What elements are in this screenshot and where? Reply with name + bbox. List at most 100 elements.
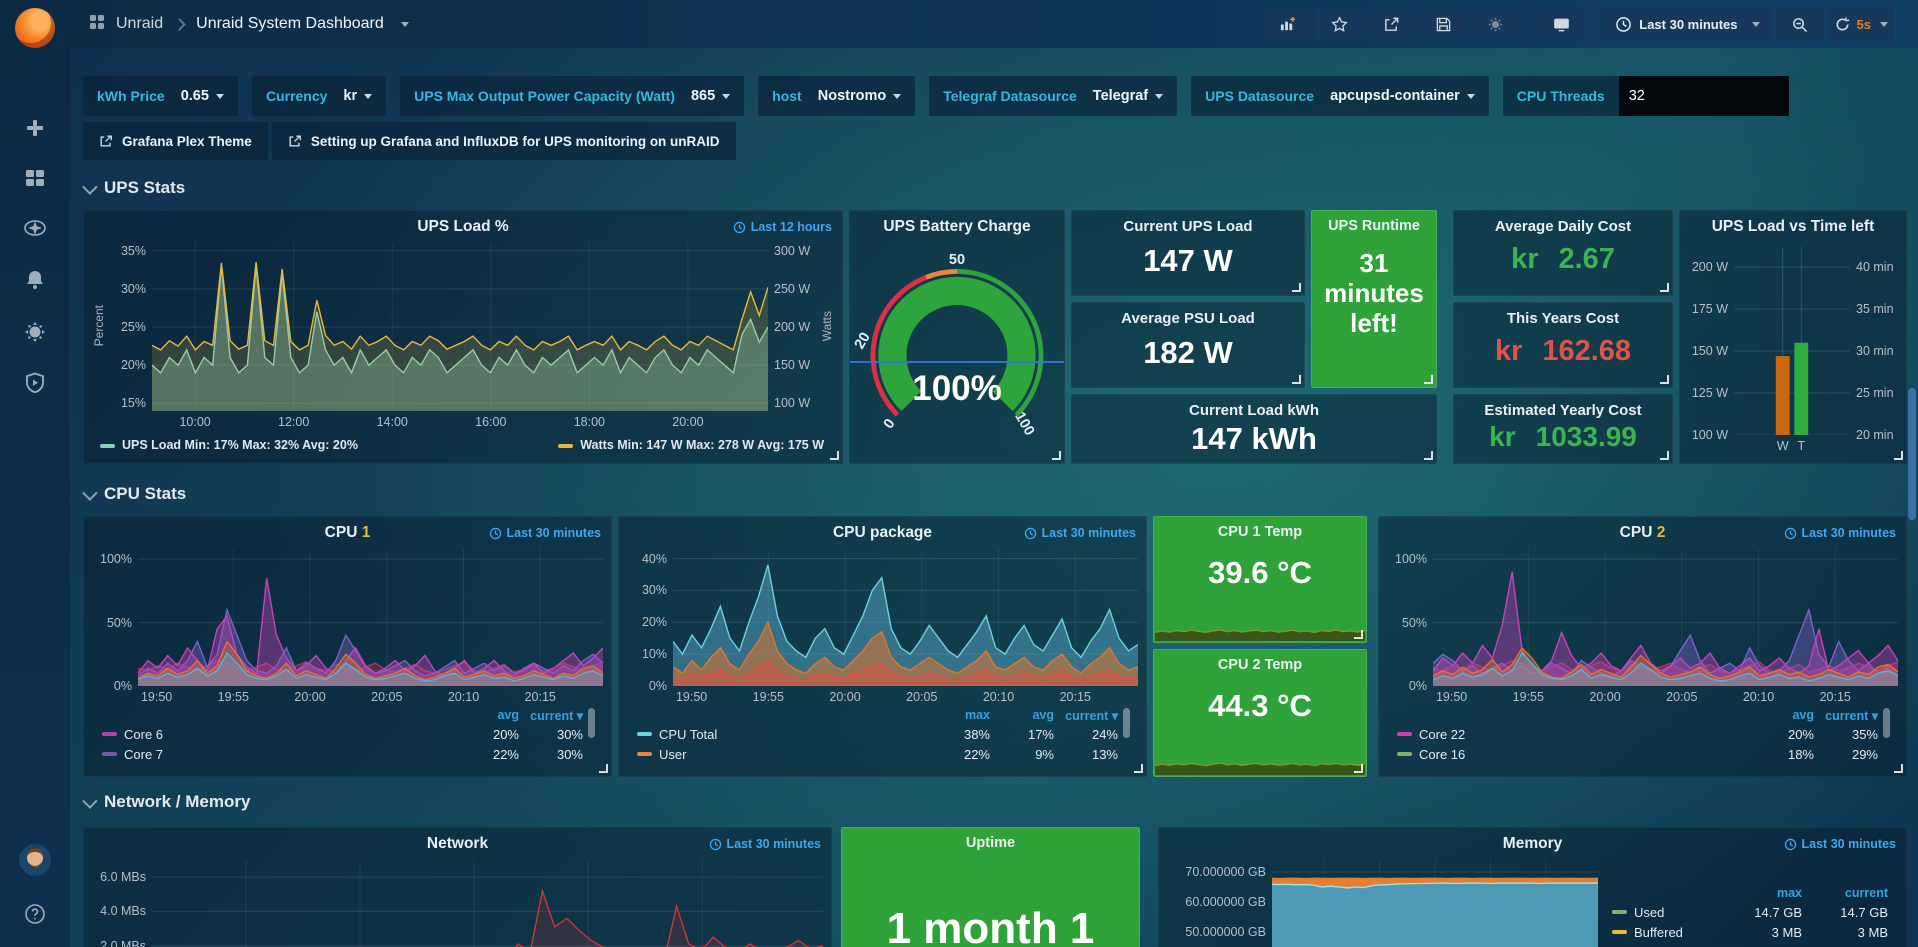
sidebar bbox=[0, 0, 70, 947]
battery-gauge[interactable]: 02050100 bbox=[850, 237, 1064, 447]
panel-title[interactable]: UPS Battery Charge bbox=[850, 218, 1064, 236]
user-avatar[interactable] bbox=[19, 844, 51, 876]
legend-column-current[interactable]: current ▾ bbox=[1058, 708, 1122, 723]
star-button[interactable] bbox=[1315, 7, 1363, 41]
add-icon[interactable] bbox=[0, 111, 70, 145]
y-tick-label: 300 W bbox=[774, 244, 810, 258]
ups-bars-chart[interactable]: 200 W175 W150 W125 W100 W40 min35 min30 … bbox=[1686, 245, 1900, 457]
panel-title[interactable]: CPU 1 Temp bbox=[1154, 524, 1366, 540]
variable-kwh-price[interactable]: kWh Price0.65 bbox=[83, 76, 238, 116]
network-plot-area[interactable] bbox=[152, 860, 823, 947]
add-panel-button[interactable] bbox=[1263, 7, 1311, 41]
configuration-gear-icon[interactable] bbox=[0, 315, 70, 349]
legend-column-current[interactable]: current bbox=[1806, 886, 1892, 900]
panel-title[interactable]: Current UPS Load bbox=[1072, 218, 1304, 235]
variable-currency[interactable]: Currencykr bbox=[252, 76, 386, 116]
panel-title[interactable]: Uptime bbox=[842, 835, 1139, 851]
cpu1-chart[interactable]: 100%50%0%19:5019:5520:0020:0520:1020:15a… bbox=[92, 547, 603, 770]
help-icon[interactable] bbox=[0, 897, 70, 931]
refresh-interval-label[interactable]: 5s bbox=[1857, 17, 1871, 32]
variable-host[interactable]: hostNostromo bbox=[758, 76, 915, 116]
refresh-caret-icon[interactable] bbox=[1880, 22, 1888, 27]
cpu-package-chart[interactable]: 40%30%20%10%0%19:5019:5520:0020:0520:102… bbox=[627, 547, 1138, 770]
legend-series-name[interactable]: Used bbox=[1612, 905, 1720, 920]
panel-title[interactable]: UPS Runtime bbox=[1312, 218, 1436, 234]
panel-title[interactable]: Average PSU Load bbox=[1072, 310, 1304, 327]
legend-column-avg[interactable]: avg bbox=[1754, 708, 1818, 722]
panel-title[interactable]: Estimated Yearly Cost bbox=[1454, 402, 1672, 419]
cpu-threads-input[interactable] bbox=[1619, 76, 1789, 116]
legend-series-name[interactable]: Core 7 bbox=[102, 747, 459, 762]
panel-title[interactable]: Current Load kWh bbox=[1072, 402, 1436, 419]
bars-plot-area[interactable] bbox=[1734, 247, 1850, 435]
time-picker-button[interactable]: Last 30 minutes bbox=[1603, 7, 1771, 41]
link-ups-monitoring-guide[interactable]: Setting up Grafana and InfluxDB for UPS … bbox=[272, 122, 736, 160]
page-scrollbar-thumb[interactable] bbox=[1908, 388, 1916, 520]
y-tick-label: 15% bbox=[121, 396, 146, 410]
legend-column-avg[interactable]: avg bbox=[459, 708, 523, 722]
dashboards-icon[interactable] bbox=[0, 161, 70, 195]
share-button[interactable] bbox=[1367, 7, 1415, 41]
cpu_package-plot-area[interactable] bbox=[673, 549, 1138, 686]
explore-compass-icon[interactable] bbox=[0, 211, 70, 245]
cpu2-chart[interactable]: 100%50%0%19:5019:5520:0020:0520:1020:15a… bbox=[1387, 547, 1898, 770]
zoom-out-button[interactable] bbox=[1776, 7, 1824, 41]
variable-ups-max-output[interactable]: UPS Max Output Power Capacity (Watt)865 bbox=[400, 76, 744, 116]
legend-series-name[interactable]: Core 16 bbox=[1397, 747, 1754, 762]
panel-title[interactable]: Average Daily Cost bbox=[1454, 218, 1672, 235]
refresh-button[interactable]: 5s bbox=[1828, 7, 1894, 41]
panel-title[interactable]: CPU 2 Temp bbox=[1154, 657, 1366, 673]
panel-cpu1-temp: CPU 1 Temp 39.6 °C bbox=[1153, 516, 1367, 643]
ups_load-plot-area[interactable] bbox=[152, 243, 768, 411]
panel-title[interactable]: UPS Load % bbox=[84, 218, 842, 236]
cpu2-plot-area[interactable] bbox=[1433, 549, 1898, 686]
legend-row: Core 620%30% bbox=[102, 724, 587, 744]
y-tick-label: 40% bbox=[642, 552, 667, 566]
legend-series[interactable]: Watts Min: 147 W Max: 278 W Avg: 175 W bbox=[558, 438, 824, 452]
y-tick-label: 30 min bbox=[1856, 344, 1894, 358]
server-admin-shield-icon[interactable] bbox=[0, 366, 70, 400]
stat-value: 44.3 °C bbox=[1154, 688, 1366, 724]
panel-current-load-kwh: Current Load kWh 147 kWh bbox=[1071, 394, 1437, 464]
section-ups-stats[interactable]: UPS Stats bbox=[83, 178, 185, 198]
panel-title[interactable]: UPS Load vs Time left bbox=[1680, 218, 1906, 236]
legend-series-name[interactable]: Core 22 bbox=[1397, 727, 1754, 742]
section-network-memory[interactable]: Network / Memory bbox=[83, 792, 250, 812]
legend-scrollbar[interactable] bbox=[1123, 708, 1130, 738]
legend-scrollbar[interactable] bbox=[1883, 708, 1890, 738]
network-chart[interactable]: 6.0 MBs4.0 MBs2.0 MBs bbox=[92, 858, 823, 947]
legend-series-name[interactable]: Core 6 bbox=[102, 727, 459, 742]
link-grafana-plex-theme[interactable]: Grafana Plex Theme bbox=[83, 122, 268, 160]
legend-value: 22% bbox=[930, 747, 994, 762]
legend-column-avg[interactable]: avg bbox=[994, 708, 1058, 722]
memory-chart[interactable]: 70.000000 GB60.000000 GB50.000000 GBmaxc… bbox=[1167, 858, 1898, 947]
settings-gear-button[interactable] bbox=[1471, 7, 1519, 41]
title-caret-icon[interactable] bbox=[401, 22, 409, 27]
legend-series-name[interactable]: CPU Total bbox=[637, 727, 930, 742]
legend-scrollbar[interactable] bbox=[588, 708, 595, 738]
memory-plot-area[interactable] bbox=[1272, 860, 1598, 947]
legend-value: 30% bbox=[523, 727, 587, 742]
alerting-bell-icon[interactable] bbox=[0, 263, 70, 297]
dashboard-title[interactable]: Unraid System Dashboard bbox=[196, 15, 384, 33]
x-tick-label: 20:00 bbox=[672, 415, 703, 429]
legend-column-current[interactable]: current ▾ bbox=[523, 708, 587, 723]
grafana-logo-icon[interactable] bbox=[15, 8, 55, 48]
legend-column-current[interactable]: current ▾ bbox=[1818, 708, 1882, 723]
variable-ups-datasource[interactable]: UPS Datasourceapcupsd-container bbox=[1191, 76, 1489, 116]
legend-series[interactable]: UPS Load Min: 17% Max: 32% Avg: 20% bbox=[100, 438, 358, 452]
cycle-view-tv-button[interactable] bbox=[1537, 7, 1585, 41]
legend-series-name[interactable]: User bbox=[637, 747, 930, 762]
save-button[interactable] bbox=[1419, 7, 1467, 41]
ups-load-chart[interactable]: PercentWatts35%30%25%20%15%300 W250 W200… bbox=[92, 241, 834, 457]
legend-series-name[interactable]: Buffered bbox=[1612, 925, 1720, 940]
panel-time-range: Last 30 minutes bbox=[1784, 837, 1896, 851]
section-cpu-stats[interactable]: CPU Stats bbox=[83, 484, 186, 504]
panel-title[interactable]: This Years Cost bbox=[1454, 310, 1672, 327]
y-tick-label: 60.000000 GB bbox=[1185, 895, 1266, 909]
variable-telegraf-datasource[interactable]: Telegraf DatasourceTelegraf bbox=[929, 76, 1177, 116]
cpu1-plot-area[interactable] bbox=[138, 549, 603, 686]
legend-column-max[interactable]: max bbox=[1720, 886, 1806, 900]
breadcrumb-folder[interactable]: Unraid bbox=[116, 15, 163, 33]
legend-column-max[interactable]: max bbox=[930, 708, 994, 722]
